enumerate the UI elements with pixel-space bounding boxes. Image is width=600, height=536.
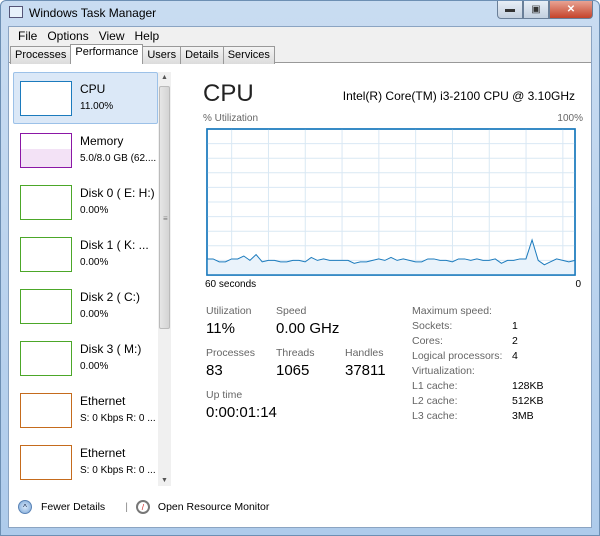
client-area: File Options View Help Processes Perform…	[8, 26, 592, 528]
sidebar-item-value: 0.00%	[80, 205, 109, 216]
sidebar-item-value: 5.0/8.0 GB (62....	[80, 153, 157, 164]
uptime-label: Up time	[206, 389, 243, 401]
menu-file[interactable]: File	[13, 27, 42, 44]
tab-bar: Processes Performance Users Details Serv…	[9, 44, 591, 64]
minimize-button[interactable]: ▬	[497, 1, 523, 19]
sidebar-item-value: 0.00%	[80, 361, 109, 372]
sidebar-thumbnail-graph	[20, 289, 72, 324]
spec-value: 3MB	[512, 410, 534, 422]
fewer-details-button[interactable]: ^ Fewer Details	[18, 500, 105, 514]
sidebar-item[interactable]: Disk 0 ( E: H:) 0.00%	[13, 176, 158, 228]
title-bar[interactable]: Windows Task Manager ▬ ▣ ✕	[1, 1, 599, 25]
sidebar-item-label: CPU	[80, 82, 106, 96]
resource-list-scrollbar[interactable]: ▲ ≡ ▼	[158, 72, 171, 486]
resource-monitor-icon: /	[135, 500, 150, 514]
menu-help[interactable]: Help	[130, 27, 165, 44]
sidebar-item-label: Memory	[80, 134, 124, 148]
sidebar-thumbnail-graph	[20, 81, 72, 116]
sidebar-item-value: 11.00%	[80, 101, 114, 112]
window-title: Windows Task Manager	[29, 6, 157, 20]
processes-label: Processes	[206, 347, 256, 359]
processes-value: 83	[206, 362, 223, 379]
cpu-model: Intel(R) Core(TM) i3-2100 CPU @ 3.10GHz	[342, 89, 575, 103]
handles-value: 37811	[345, 362, 386, 379]
tab-users[interactable]: Users	[142, 46, 182, 64]
tab-performance[interactable]: Performance	[70, 44, 144, 64]
sidebar-item[interactable]: CPU 11.00%	[13, 72, 158, 124]
sidebar-thumbnail-graph	[20, 393, 72, 428]
sidebar-item-label: Disk 1 ( K: ...	[80, 238, 149, 252]
separator: |	[125, 501, 128, 513]
maximize-button[interactable]: ▣	[523, 1, 549, 19]
sidebar-item[interactable]: Disk 2 ( C:) 0.00%	[13, 280, 158, 332]
handles-label: Handles	[345, 347, 384, 359]
graph-time-label: 60 seconds	[205, 279, 257, 290]
graph-max: 100%	[557, 113, 583, 124]
speed-label: Speed	[276, 305, 307, 317]
sidebar-item[interactable]: Disk 3 ( M:) 0.00%	[13, 332, 158, 384]
window-frame: Windows Task Manager ▬ ▣ ✕ File Options …	[0, 0, 600, 536]
sidebar-thumbnail-graph	[20, 445, 72, 480]
page-title: CPU	[203, 80, 254, 107]
sidebar-item-value: S: 0 Kbps R: 0 ...	[80, 465, 156, 476]
tab-services[interactable]: Services	[222, 46, 275, 64]
sidebar-thumbnail-graph	[20, 133, 72, 168]
scrollbar-thumb[interactable]: ≡	[159, 86, 170, 329]
open-resource-monitor-button[interactable]: / Open Resource Monitor	[135, 500, 270, 514]
open-resource-monitor-label: Open Resource Monitor	[157, 501, 270, 513]
spec-value: 128KB	[512, 380, 544, 392]
graph-zero-label: 0	[575, 279, 581, 290]
sidebar-item-label: Disk 0 ( E: H:)	[80, 186, 155, 200]
sidebar-item-value: 0.00%	[80, 257, 109, 268]
spec-label: Sockets:	[412, 320, 453, 332]
footer: ^ Fewer Details | / Open Resource Monito…	[18, 500, 269, 514]
spec-label: L3 cache:	[412, 410, 458, 422]
sidebar-thumbnail-graph	[20, 237, 72, 272]
sidebar-item-label: Disk 3 ( M:)	[80, 342, 142, 356]
threads-label: Threads	[276, 347, 315, 359]
sidebar-item-label: Ethernet	[80, 446, 126, 460]
spec-value: 4	[512, 350, 518, 362]
utilization-label: Utilization	[206, 305, 252, 317]
menu-options[interactable]: Options	[42, 27, 93, 44]
close-button[interactable]: ✕	[549, 1, 593, 19]
sidebar-item-label: Ethernet	[80, 394, 126, 408]
utilization-value: 11%	[206, 320, 235, 337]
spec-label: L1 cache:	[412, 380, 458, 392]
tab-details[interactable]: Details	[180, 46, 224, 64]
menu-bar: File Options View Help	[9, 27, 591, 44]
sidebar-item[interactable]: Memory 5.0/8.0 GB (62....	[13, 124, 158, 176]
sidebar-thumbnail-graph	[20, 185, 72, 220]
sidebar-item-label: Disk 2 ( C:)	[80, 290, 140, 304]
spec-value: 1	[512, 320, 518, 332]
task-manager-icon	[9, 6, 23, 18]
sidebar-item[interactable]: Disk 1 ( K: ... 0.00%	[13, 228, 158, 280]
spec-value: 2	[512, 335, 518, 347]
spec-label: Virtualization:	[412, 365, 475, 377]
threads-value: 1065	[276, 362, 310, 379]
spec-label: Logical processors:	[412, 350, 503, 362]
sidebar-item[interactable]: Ethernet S: 0 Kbps R: 0 ...	[13, 384, 158, 436]
chevron-up-icon: ^	[18, 500, 32, 514]
spec-label: Cores:	[412, 335, 443, 347]
scroll-up-arrow-icon[interactable]: ▲	[158, 74, 171, 81]
sidebar-item[interactable]: Ethernet S: 0 Kbps R: 0 ...	[13, 436, 158, 486]
spec-label: Maximum speed:	[412, 305, 492, 317]
menu-view[interactable]: View	[94, 27, 130, 44]
sidebar-item-value: 0.00%	[80, 309, 109, 320]
spec-label: L2 cache:	[412, 395, 458, 407]
speed-value: 0.00 GHz	[276, 320, 340, 337]
fewer-details-label: Fewer Details	[41, 501, 106, 513]
sidebar-item-value: S: 0 Kbps R: 0 ...	[80, 413, 156, 424]
uptime-value: 0:00:01:14	[206, 404, 277, 421]
resource-list: CPU 11.00% Memory 5.0/8.0 GB (62.... Dis…	[13, 72, 158, 486]
scroll-down-arrow-icon[interactable]: ▼	[158, 477, 171, 484]
spec-value: 512KB	[512, 395, 544, 407]
cpu-utilization-graph	[206, 128, 576, 276]
graph-label: % Utilization	[203, 113, 259, 124]
sidebar-thumbnail-graph	[20, 341, 72, 376]
tab-processes[interactable]: Processes	[10, 46, 72, 64]
